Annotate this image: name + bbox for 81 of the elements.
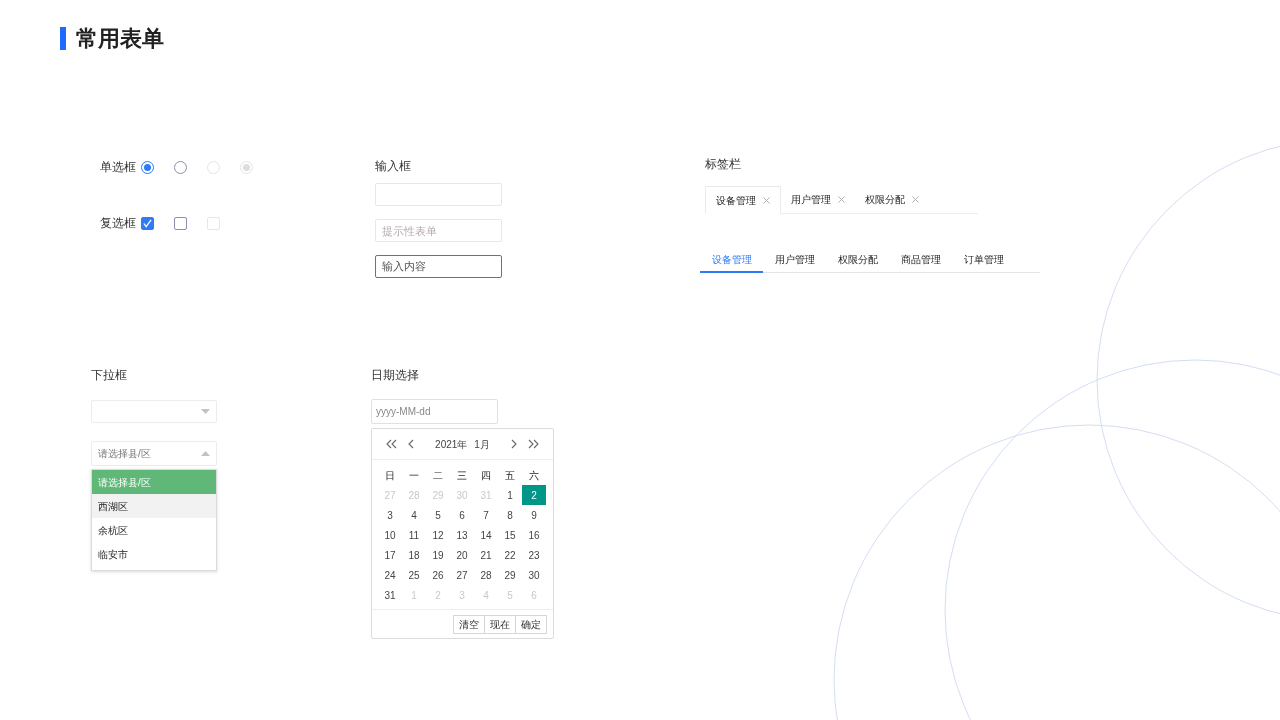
close-icon[interactable]	[912, 195, 919, 203]
tabbar-section-label: 标签栏	[705, 156, 742, 173]
calendar-day[interactable]: 23	[522, 545, 546, 565]
weekday-header: 二	[432, 468, 444, 483]
select-field[interactable]: 请选择县/区	[91, 441, 217, 466]
radio-label: 单选框	[100, 159, 137, 176]
calendar-day[interactable]: 21	[474, 545, 498, 565]
input-field[interactable]	[375, 183, 502, 206]
weekday-header: 五	[504, 468, 516, 483]
tab[interactable]: 用户管理	[763, 247, 826, 273]
calendar-day[interactable]: 28	[474, 565, 498, 585]
dropdown-section-label: 下拉框	[91, 367, 128, 384]
weekday-header: 日	[384, 468, 396, 483]
tab[interactable]: 权限分配	[826, 247, 889, 273]
calendar-button[interactable]: 现在	[484, 614, 516, 634]
date-field[interactable]: yyyy-MM-dd	[371, 399, 498, 424]
calendar-day[interactable]: 25	[402, 565, 426, 585]
calendar-button[interactable]: 确定	[515, 614, 547, 634]
tab[interactable]: 订单管理	[952, 247, 1015, 273]
calendar-day[interactable]: 18	[402, 545, 426, 565]
close-icon[interactable]	[763, 196, 770, 204]
tab[interactable]: 商品管理	[889, 247, 952, 273]
calendar-day[interactable]: 30	[522, 565, 546, 585]
select-field[interactable]	[91, 400, 217, 423]
calendar-day[interactable]: 11	[402, 525, 426, 545]
checkbox[interactable]	[141, 216, 154, 230]
calendar-day[interactable]: 10	[378, 525, 402, 545]
calendar-day[interactable]: 5	[426, 505, 450, 525]
calendar-day[interactable]: 15	[498, 525, 522, 545]
tab[interactable]: 用户管理	[781, 185, 855, 213]
weekday-header: 四	[480, 468, 492, 483]
dropdown-option[interactable]: 临安市	[92, 542, 216, 566]
date-section-label: 日期选择	[371, 367, 420, 384]
weekday-header: 六	[528, 468, 540, 483]
tab[interactable]: 设备管理	[700, 247, 763, 273]
caret-icon	[201, 451, 210, 456]
chevron-left-icon[interactable]	[407, 439, 415, 449]
input-field[interactable]: 提示性表单	[375, 219, 502, 242]
page-title: 常用表单	[76, 25, 164, 53]
calendar-day[interactable]: 17	[378, 545, 402, 565]
caret-icon	[201, 409, 210, 414]
calendar-day[interactable]: 7	[474, 505, 498, 525]
weekday-header: 一	[408, 468, 420, 483]
dropdown-option[interactable]: 余杭区	[92, 518, 216, 542]
calendar-day[interactable]: 8	[498, 505, 522, 525]
calendar-day[interactable]: 20	[450, 545, 474, 565]
calendar-month[interactable]: 1月	[474, 436, 490, 452]
calendar-day[interactable]: 2	[522, 485, 546, 505]
double-chevron-right-icon[interactable]	[527, 439, 540, 449]
calendar-button[interactable]: 清空	[453, 614, 485, 634]
double-chevron-left-icon[interactable]	[385, 439, 398, 449]
input-section-label: 输入框	[375, 158, 412, 175]
calendar-day[interactable]: 12	[426, 525, 450, 545]
calendar-day[interactable]: 6	[450, 505, 474, 525]
calendar-day[interactable]: 24	[378, 565, 402, 585]
radio-button[interactable]	[141, 160, 154, 174]
weekday-header: 三	[456, 468, 468, 483]
checkbox[interactable]	[174, 216, 187, 230]
calendar-day[interactable]: 26	[426, 565, 450, 585]
title-bar-accent	[60, 27, 66, 50]
calendar-day[interactable]: 13	[450, 525, 474, 545]
tab[interactable]: 设备管理	[705, 186, 781, 214]
calendar-day[interactable]: 16	[522, 525, 546, 545]
calendar-year[interactable]: 2021年	[435, 436, 468, 452]
radio-button[interactable]	[174, 160, 187, 174]
checkbox-label: 复选框	[100, 215, 137, 232]
chevron-right-icon[interactable]	[510, 439, 518, 449]
calendar-day[interactable]: 9	[522, 505, 546, 525]
calendar-day[interactable]: 14	[474, 525, 498, 545]
tab[interactable]: 权限分配	[855, 185, 929, 213]
calendar-day[interactable]: 31	[378, 585, 402, 605]
calendar-day[interactable]: 19	[426, 545, 450, 565]
calendar-day[interactable]: 3	[378, 505, 402, 525]
calendar-day[interactable]: 27	[450, 565, 474, 585]
calendar-day[interactable]: 1	[498, 485, 522, 505]
dropdown-option[interactable]: 西湖区	[92, 494, 216, 518]
calendar-day[interactable]: 4	[402, 505, 426, 525]
calendar-day[interactable]: 29	[498, 565, 522, 585]
close-icon[interactable]	[838, 195, 845, 203]
input-field[interactable]: 输入内容	[375, 255, 502, 278]
calendar-day[interactable]: 22	[498, 545, 522, 565]
